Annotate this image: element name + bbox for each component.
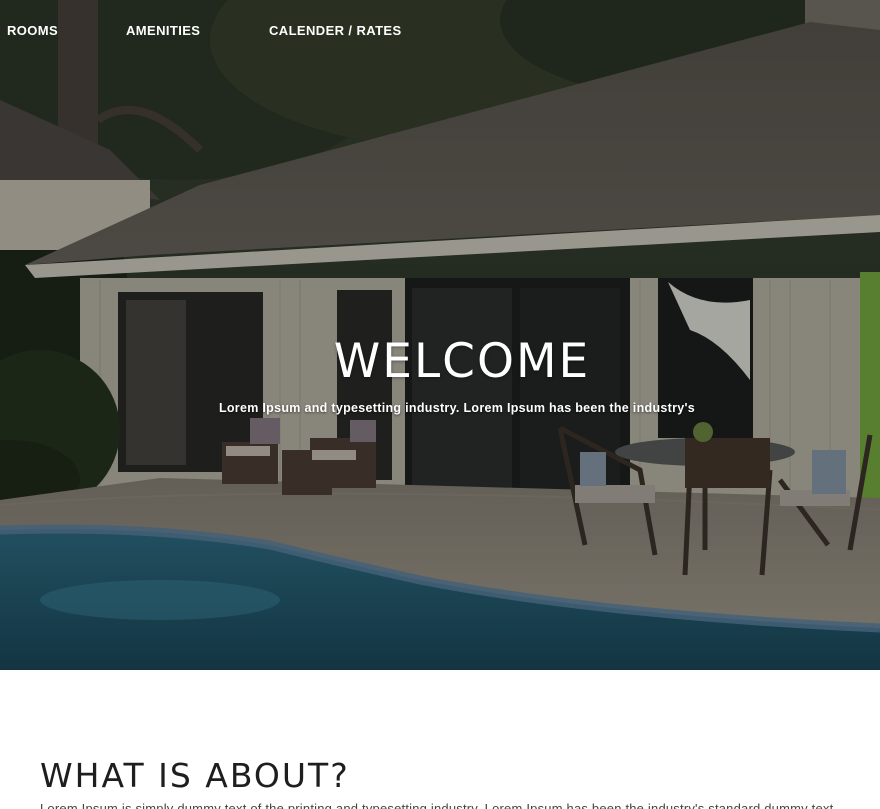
- hero-title: WELCOME: [333, 334, 591, 389]
- main-navigation: ROOMS AMENITIES CALENDER / RATES: [0, 0, 880, 60]
- about-heading: WHAT IS ABOUT?: [40, 756, 350, 795]
- nav-amenities-link[interactable]: AMENITIES: [126, 23, 200, 38]
- about-description: Lorem Ipsum is simply dummy text of the …: [40, 801, 834, 809]
- hero-section: ROOMS AMENITIES CALENDER / RATES WELCOME…: [0, 0, 880, 670]
- nav-rooms-link[interactable]: ROOMS: [7, 23, 58, 38]
- nav-calendar-rates-link[interactable]: CALENDER / RATES: [269, 23, 402, 38]
- hero-subtitle: Lorem Ipsum and typesetting industry. Lo…: [218, 401, 696, 415]
